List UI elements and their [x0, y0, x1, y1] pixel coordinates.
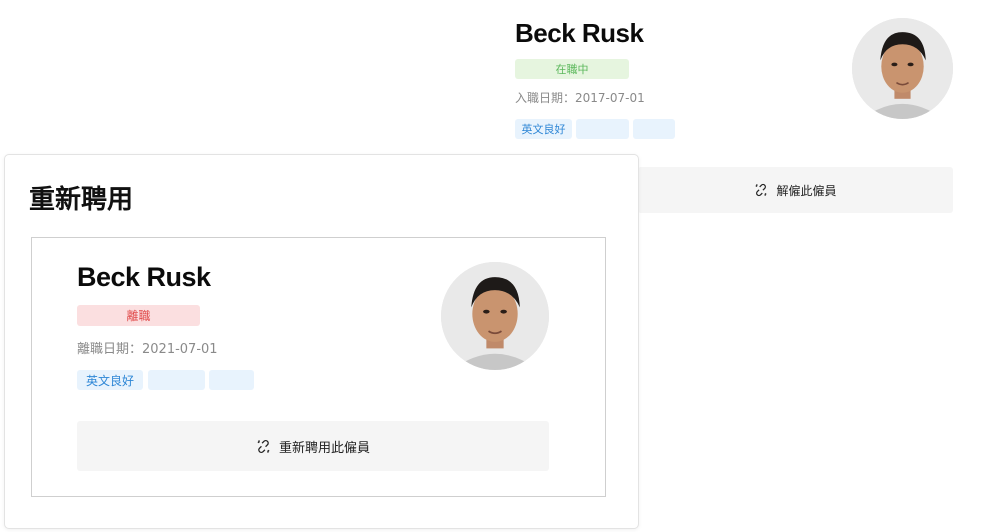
tag-empty	[633, 119, 675, 139]
avatar	[441, 262, 549, 370]
rehire-modal: 重新聘用 Beck Rusk 離職 離職日期：2021-07-01 英文良好 重…	[4, 154, 639, 529]
rehire-employee-button[interactable]: 重新聘用此僱員	[77, 421, 549, 471]
unlink-icon	[754, 183, 768, 197]
employee-name: Beck Rusk	[515, 18, 644, 48]
avatar-face-icon	[852, 18, 953, 119]
hire-date: 入職日期：2017-07-01	[515, 91, 645, 105]
leave-date: 離職日期：2021-07-01	[77, 342, 218, 357]
tag-english: 英文良好	[77, 370, 143, 390]
avatar	[852, 18, 953, 119]
employee-name: Beck Rusk	[77, 262, 211, 292]
status-badge: 離職	[77, 305, 200, 326]
avatar-face-icon	[441, 262, 549, 370]
employee-card: Beck Rusk 離職 離職日期：2021-07-01 英文良好 重新聘用此僱…	[31, 237, 606, 497]
tag-empty	[576, 119, 629, 139]
modal-title: 重新聘用	[29, 185, 134, 215]
status-badge: 在職中	[515, 59, 629, 79]
tag-empty	[148, 370, 205, 390]
fire-employee-button[interactable]: 解僱此僱員	[638, 167, 953, 213]
unlink-icon	[256, 439, 271, 454]
tag-empty	[209, 370, 254, 390]
fire-employee-label: 解僱此僱員	[776, 183, 837, 198]
tag-english: 英文良好	[515, 119, 572, 139]
rehire-employee-label: 重新聘用此僱員	[278, 440, 370, 456]
